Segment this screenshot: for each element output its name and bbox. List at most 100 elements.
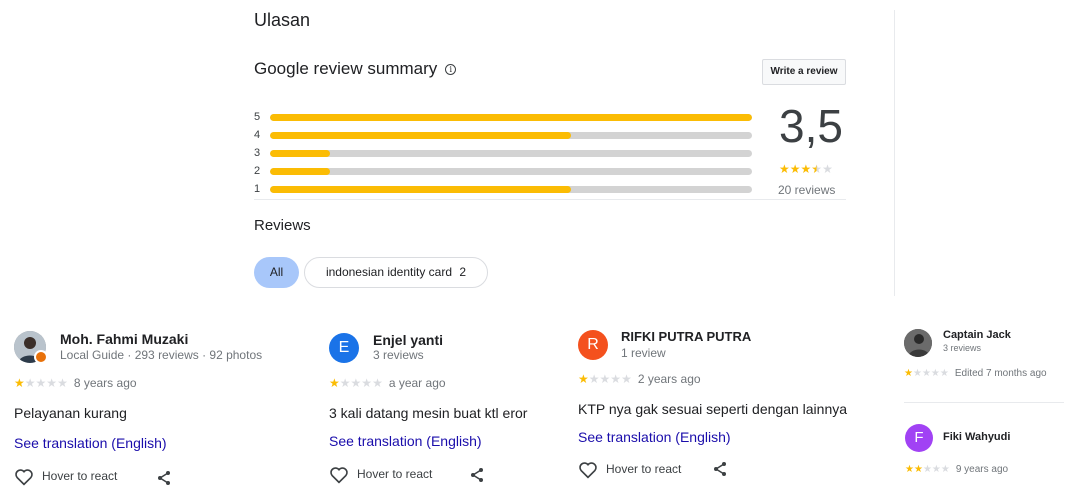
reviewer-avatar-initial[interactable]: E [329, 333, 359, 363]
star-icon: ★ [350, 376, 362, 390]
react-button[interactable]: Hover to react [14, 468, 117, 486]
reviewer-name[interactable]: Captain Jack [943, 329, 1011, 341]
star-icon: ★ [940, 464, 950, 475]
reviewer-name[interactable]: Moh. Fahmi Muzaki [60, 331, 188, 347]
react-label: Hover to react [357, 467, 433, 482]
rating-bar-label: 2 [254, 165, 261, 177]
summary-title: Google review summary i [254, 59, 457, 79]
average-rating-stars: ★★★★★ [779, 162, 833, 176]
section-title: Ulasan [254, 10, 311, 30]
review-text: KTP nya gak sesuai seperti dengan lainny… [578, 401, 848, 417]
rating-bar-3[interactable]: 3 [254, 147, 754, 159]
star-icon: ★ [14, 376, 25, 390]
heart-outline-icon [15, 469, 33, 486]
review-stars: ★★★★★ [905, 464, 950, 475]
reviewer-avatar-initial[interactable]: R [578, 330, 608, 360]
filter-chip-topic[interactable]: indonesian identity card 2 [304, 257, 488, 288]
star-icon: ★ [931, 464, 941, 475]
reviewer-name[interactable]: Fiki Wahyudi [943, 431, 1010, 443]
review-rating-row: ★★★★★ 2 years ago [578, 372, 701, 386]
heart-outline-icon [330, 467, 348, 484]
rating-bar-track [270, 132, 752, 139]
star-icon: ★ [35, 376, 47, 390]
rating-bar-label: 5 [254, 111, 261, 123]
see-translation-link[interactable]: See translation (English) [578, 429, 731, 445]
review-stars: ★★★★★ [329, 376, 383, 390]
star-icon: ★ [339, 376, 351, 390]
share-icon[interactable] [712, 461, 728, 477]
filter-chip-topic-label: indonesian identity card [325, 265, 453, 279]
summary-divider [254, 199, 846, 200]
column-divider [894, 10, 895, 296]
review-rating-row: ★★★★★ 9 years ago [905, 461, 1008, 475]
star-icon: ★ [930, 368, 940, 379]
review-time: 9 years ago [955, 464, 1009, 475]
reviewer-avatar-photo[interactable] [904, 329, 932, 357]
star-icon: ★ [913, 464, 923, 475]
react-button[interactable]: Hover to react [578, 461, 681, 479]
review-text: Pelayanan kurang [14, 405, 127, 421]
star-icon: ★ [599, 372, 611, 386]
rating-bar-5[interactable]: 5 [254, 111, 754, 123]
share-icon[interactable] [156, 470, 172, 486]
rating-bar-fill [270, 168, 331, 175]
avatar-photo-icon [904, 329, 932, 357]
rating-bar-fill [270, 150, 331, 157]
filter-chip-topic-count: 2 [459, 265, 467, 279]
star-icon: ★ [361, 376, 373, 390]
review-rating-row: ★★★★★ 8 years ago [14, 376, 137, 390]
rating-bar-track [270, 114, 752, 121]
reviewer-avatar-initial[interactable]: F [905, 424, 933, 452]
reviewer-meta: 3 reviews [373, 348, 424, 362]
star-icon: ★ [904, 368, 913, 379]
star-icon: ★ [779, 162, 790, 176]
star-icon: ★ [621, 372, 632, 386]
review-rating-row: ★★★★★ a year ago [329, 376, 446, 390]
star-icon: ★ [789, 162, 801, 176]
rating-bar-track [270, 168, 752, 175]
review-time: Edited 7 months ago [954, 368, 1047, 379]
see-translation-link[interactable]: See translation (English) [329, 433, 482, 449]
see-translation-link[interactable]: See translation (English) [14, 435, 167, 451]
review-time: a year ago [388, 376, 446, 390]
review-stars: ★★★★★ [578, 372, 632, 386]
summary-title-text: Google review summary [254, 59, 438, 78]
star-icon: ★ [905, 464, 914, 475]
reviewer-name[interactable]: Enjel yanti [373, 332, 443, 348]
rating-bar-4[interactable]: 4 [254, 129, 754, 141]
rating-bar-2[interactable]: 2 [254, 165, 754, 177]
react-button[interactable]: Hover to react [329, 466, 432, 484]
rating-bar-1[interactable]: 1 [254, 183, 754, 195]
star-icon: ★ [822, 162, 833, 176]
star-icon: ★ [578, 372, 589, 386]
write-review-button[interactable]: Write a review [762, 59, 846, 85]
star-icon: ★ [922, 464, 932, 475]
star-icon: ★ [939, 368, 949, 379]
filter-chip-all[interactable]: All [254, 257, 299, 288]
star-icon: ★ [329, 376, 340, 390]
info-icon[interactable]: i [445, 64, 457, 75]
rating-bar-label: 4 [254, 129, 261, 141]
rating-bar-track [270, 150, 752, 157]
rating-bar-label: 1 [254, 183, 261, 195]
local-guide-badge-icon [34, 350, 48, 364]
share-icon[interactable] [469, 467, 485, 483]
star-icon: ★ [921, 368, 931, 379]
star-icon: ★ [912, 368, 922, 379]
star-icon: ★ [24, 376, 36, 390]
rating-bar-fill [270, 132, 572, 139]
reviewer-name[interactable]: RIFKI PUTRA PUTRA [621, 329, 751, 344]
reviewer-meta: Local Guide · 293 reviews · 92 photos [60, 348, 263, 362]
star-icon: ★ [588, 372, 600, 386]
review-text: 3 kali datang mesin buat ktl eror [329, 405, 528, 421]
rating-bar-fill [270, 114, 752, 121]
review-count: 20 reviews [778, 183, 836, 197]
rating-bar-fill [270, 186, 572, 193]
reviews-heading: Reviews [254, 217, 311, 234]
react-label: Hover to react [42, 469, 118, 484]
review-rating-row: ★★★★★ Edited 7 months ago [904, 365, 1047, 379]
rating-bar-label: 3 [254, 147, 261, 159]
heart-outline-icon [579, 462, 597, 479]
review-time: 8 years ago [73, 376, 137, 390]
star-icon: ★ [372, 376, 383, 390]
